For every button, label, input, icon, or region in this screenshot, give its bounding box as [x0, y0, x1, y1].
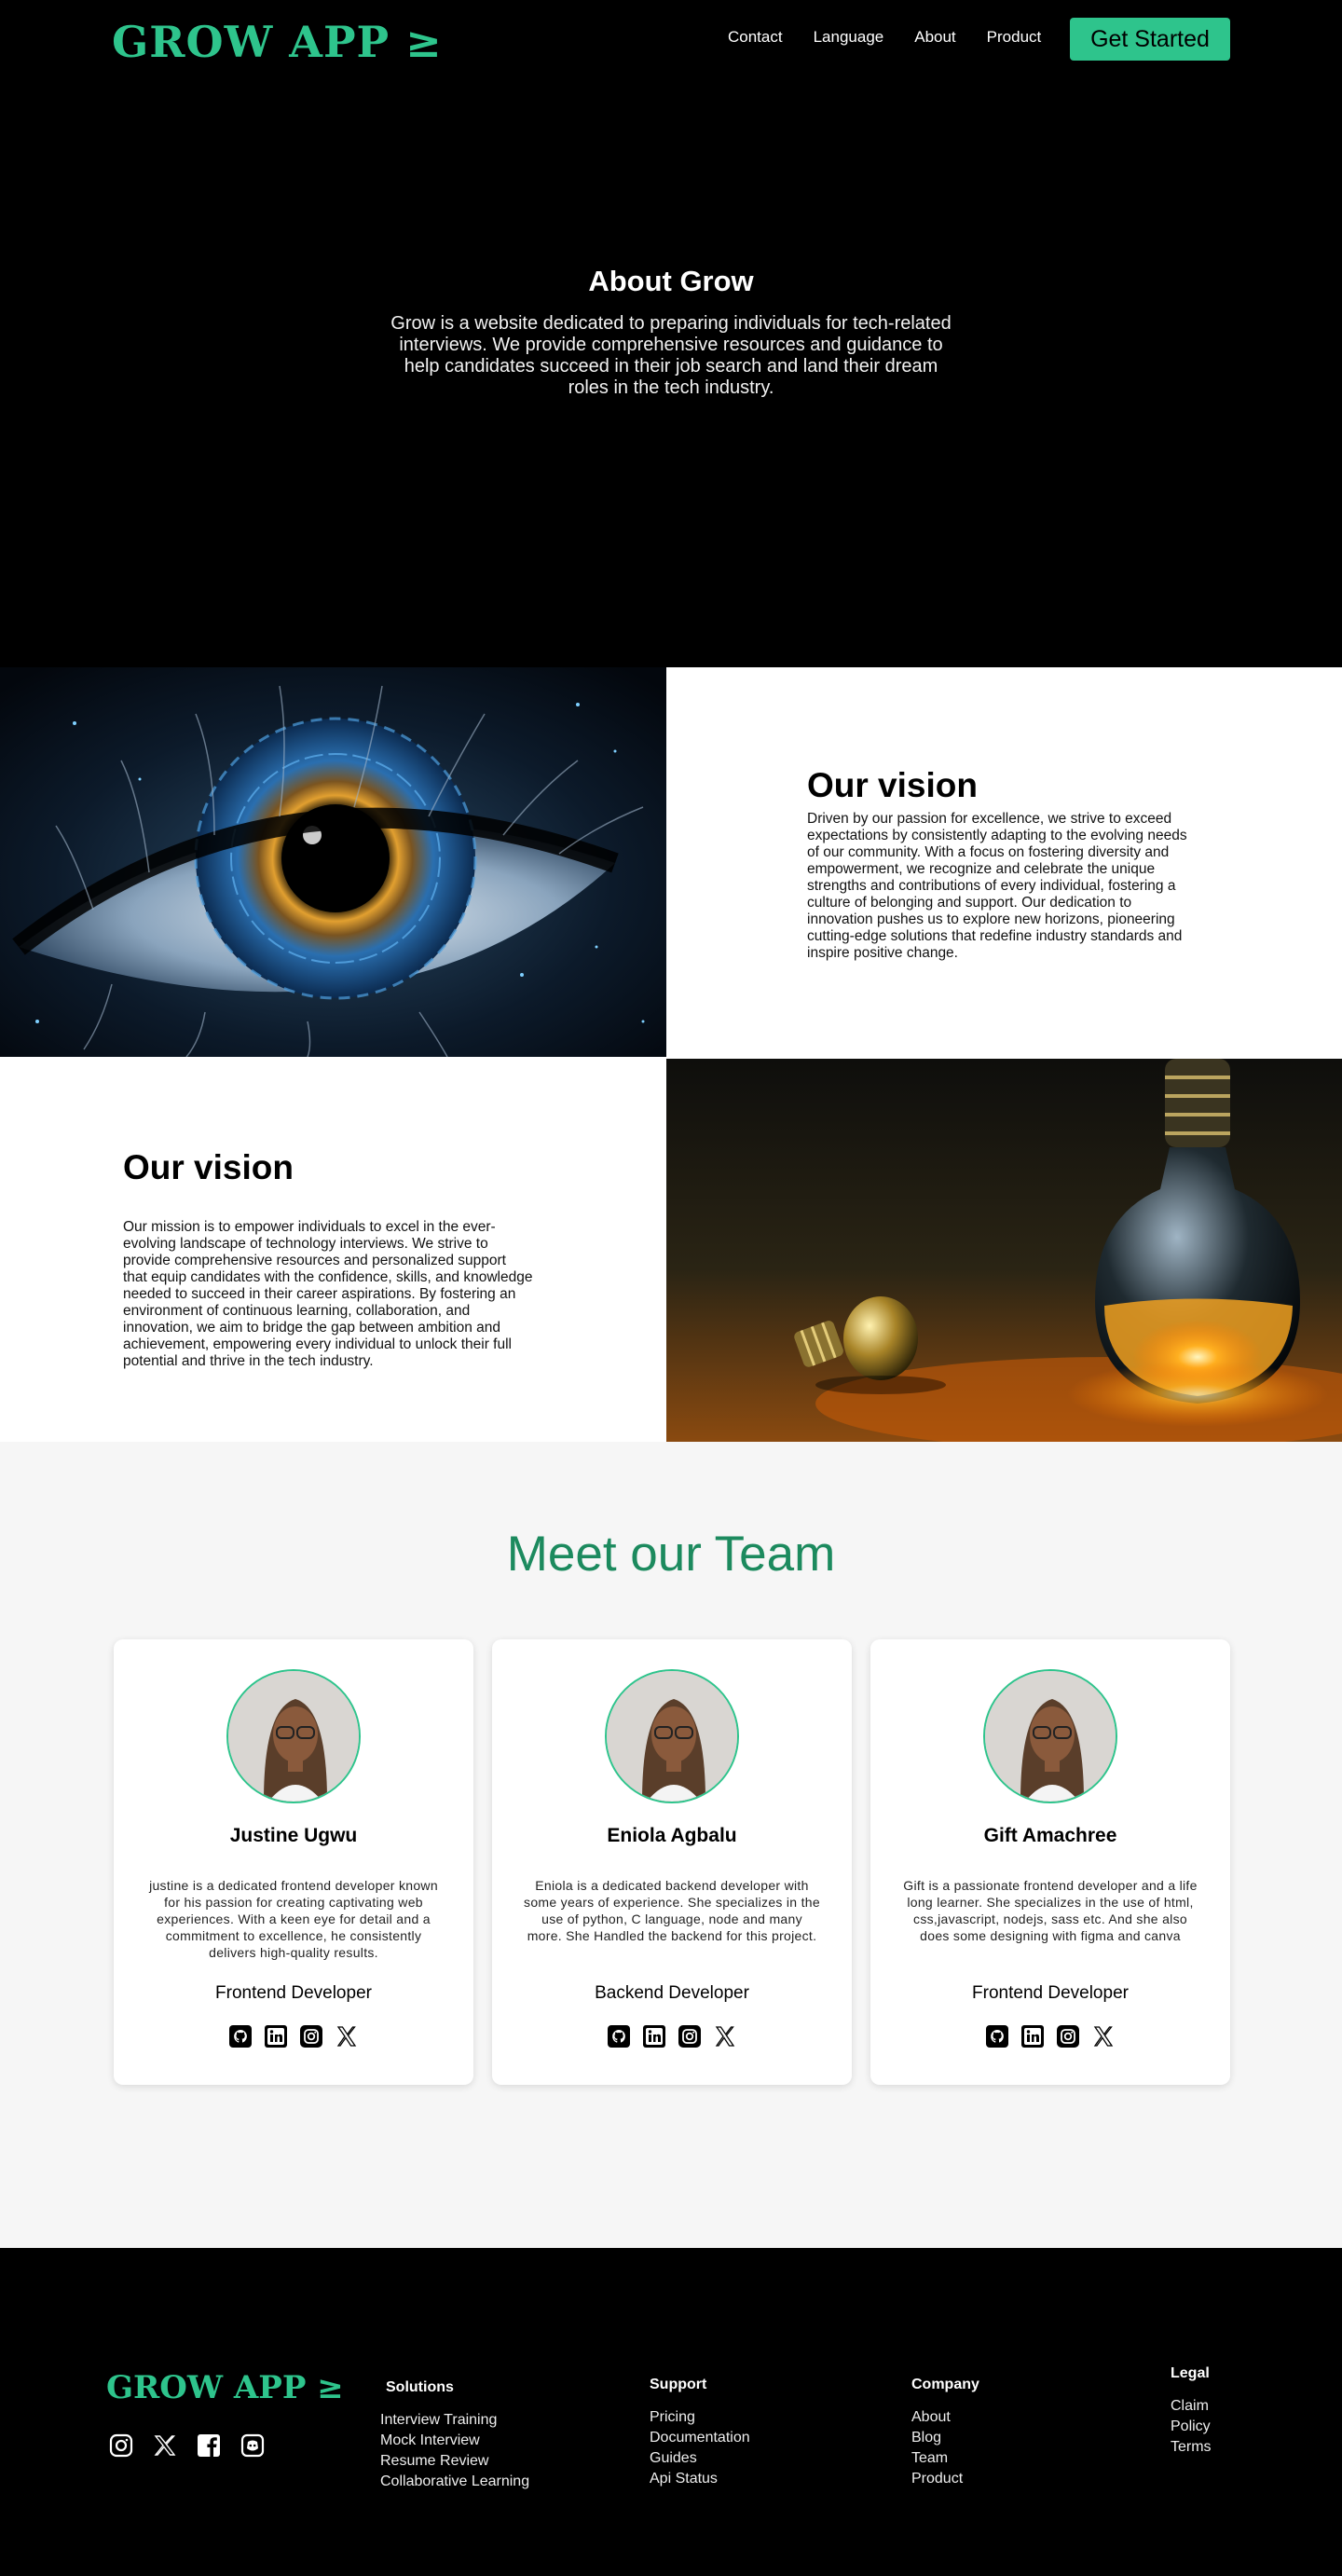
eye-image [0, 667, 666, 1057]
github-icon[interactable] [229, 2025, 252, 2048]
footer-link[interactable]: Interview Training [380, 2410, 529, 2431]
footer-column-solutions: Solutions Interview Training Mock Interv… [380, 2379, 529, 2492]
member-name: Gift Amachree [983, 1825, 1117, 1846]
team-card: Eniola Agbalu Eniola is a dedicated back… [492, 1639, 852, 2085]
footer-link[interactable]: Terms [1171, 2437, 1212, 2458]
vision-section: Our vision Driven by our passion for exc… [0, 667, 1342, 1057]
footer-column-support: Support Pricing Documentation Guides Api… [650, 2377, 750, 2489]
footer-link[interactable]: Claim [1171, 2396, 1212, 2417]
footer-link[interactable]: Product [911, 2469, 979, 2489]
footer-link[interactable]: Team [911, 2448, 979, 2469]
member-role: Frontend Developer [215, 1983, 372, 2003]
nav-link-about[interactable]: About [914, 28, 955, 47]
x-icon[interactable] [1092, 2025, 1115, 2048]
about-title: About Grow [588, 265, 754, 297]
discord-icon[interactable] [240, 2432, 266, 2459]
get-started-button[interactable]: Get Started [1070, 18, 1230, 61]
footer-link[interactable]: Documentation [650, 2428, 750, 2448]
avatar [983, 1669, 1117, 1803]
member-bio: Gift is a passionate frontend developer … [903, 1878, 1198, 1943]
avatar [605, 1669, 739, 1803]
github-icon[interactable] [608, 2025, 630, 2048]
x-icon[interactable] [336, 2025, 358, 2048]
lightbulb-image [666, 1059, 1342, 1444]
social-links [114, 2025, 473, 2048]
member-bio: Eniola is a dedicated backend developer … [524, 1878, 820, 1943]
x-icon[interactable] [152, 2432, 178, 2459]
footer-link[interactable]: Api Status [650, 2469, 750, 2489]
team-section: Meet our Team Justine Ugwu justine is a … [0, 1442, 1342, 2248]
vision-text: Driven by our passion for excellence, we… [807, 811, 1187, 961]
member-role: Backend Developer [595, 1983, 749, 2003]
github-icon[interactable] [986, 2025, 1008, 2048]
nav-link-contact[interactable]: Contact [728, 28, 783, 47]
linkedin-icon[interactable] [265, 2025, 287, 2048]
member-role: Frontend Developer [972, 1983, 1129, 2003]
member-name: Justine Ugwu [229, 1825, 358, 1846]
about-section: About Grow Grow is a website dedicated t… [0, 80, 1342, 667]
mission-title: Our vision [123, 1148, 294, 1186]
member-bio: justine is a dedicated frontend develope… [149, 1878, 438, 1960]
footer-column-legal: Legal Claim Policy Terms [1171, 2365, 1212, 2458]
footer-link[interactable]: Blog [911, 2428, 979, 2448]
about-text: Grow is a website dedicated to preparing… [390, 313, 952, 398]
nav-link-product[interactable]: Product [987, 28, 1042, 47]
footer-link[interactable]: About [911, 2407, 979, 2428]
footer-heading-company: Company [911, 2377, 979, 2392]
instagram-icon[interactable] [300, 2025, 322, 2048]
vision-title: Our vision [807, 766, 978, 804]
footer-heading-solutions: Solutions [386, 2379, 454, 2395]
footer-heading-legal: Legal [1171, 2365, 1210, 2381]
footer-column-company: Company About Blog Team Product [911, 2377, 979, 2489]
instagram-icon[interactable] [1057, 2025, 1079, 2048]
footer-link[interactable]: Mock Interview [380, 2431, 529, 2451]
team-card: Gift Amachree Gift is a passionate front… [870, 1639, 1230, 2085]
footer-link[interactable]: Collaborative Learning [380, 2472, 529, 2492]
footer-link[interactable]: Guides [650, 2448, 750, 2469]
footer-social-links [108, 2432, 266, 2459]
footer-link[interactable]: Resume Review [380, 2451, 529, 2472]
footer-logo[interactable]: GROW APP ≥ [106, 2369, 344, 2406]
instagram-icon[interactable] [678, 2025, 701, 2048]
social-links [870, 2025, 1230, 2048]
linkedin-icon[interactable] [643, 2025, 665, 2048]
logo[interactable]: GROW APP ≥ [112, 17, 443, 67]
nav-links: Contact Language About Product [728, 28, 1072, 47]
linkedin-icon[interactable] [1021, 2025, 1044, 2048]
navbar: GROW APP ≥ Contact Language About Produc… [0, 0, 1342, 80]
footer: GROW APP ≥ Solutions Interview Training … [0, 2248, 1342, 2576]
mission-text: Our mission is to empower individuals to… [123, 1219, 533, 1369]
footer-link[interactable]: Pricing [650, 2407, 750, 2428]
social-links [492, 2025, 852, 2048]
instagram-icon[interactable] [108, 2432, 134, 2459]
nav-link-language[interactable]: Language [814, 28, 884, 47]
footer-heading-support: Support [650, 2377, 707, 2392]
facebook-icon[interactable] [196, 2432, 222, 2459]
mission-section: Our vision Our mission is to empower ind… [0, 1057, 1342, 1444]
footer-link[interactable]: Policy [1171, 2417, 1212, 2437]
x-icon[interactable] [714, 2025, 736, 2048]
member-name: Eniola Agbalu [607, 1825, 737, 1846]
team-title: Meet our Team [506, 1527, 836, 1582]
avatar [226, 1669, 361, 1803]
team-card: Justine Ugwu justine is a dedicated fron… [114, 1639, 473, 2085]
